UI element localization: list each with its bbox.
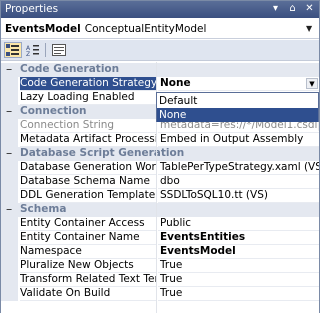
row-ddl-generation-template[interactable]: DDL Generation Template SSDLToSQL10.tt (…: [1, 189, 319, 203]
property-name[interactable]: Transform Related Text Templates: [20, 273, 156, 287]
categorized-icon: [6, 44, 19, 56]
dropdown-option-default[interactable]: Default: [157, 94, 318, 108]
chevron-down-icon[interactable]: ▼: [306, 19, 316, 39]
toolbar-separator: [45, 43, 46, 57]
collapse-icon[interactable]: −: [5, 150, 13, 158]
category-schema[interactable]: − Schema: [1, 203, 319, 217]
property-value[interactable]: None: [158, 77, 319, 91]
svg-text:Z: Z: [26, 51, 30, 56]
property-name[interactable]: Metadata Artifact Processing: [20, 133, 156, 147]
property-value[interactable]: True: [158, 259, 319, 273]
alphabetical-button[interactable]: A Z: [24, 42, 42, 58]
collapse-icon[interactable]: −: [5, 66, 13, 74]
object-name: EventsModel: [5, 23, 81, 35]
category-code-generation[interactable]: − Code Generation: [1, 63, 319, 77]
object-selector[interactable]: EventsModel ConceptualEntityModel ▼: [1, 19, 319, 39]
property-value[interactable]: EventsModel: [158, 245, 319, 259]
property-value[interactable]: True: [158, 287, 319, 301]
properties-window: Properties ▾ ⌂ ✕ EventsModel ConceptualEn…: [0, 0, 320, 313]
property-pages-icon: [52, 44, 66, 56]
property-name[interactable]: Entity Container Name: [20, 231, 156, 245]
property-value[interactable]: True: [158, 273, 319, 287]
property-value[interactable]: EventsEntities: [158, 231, 319, 245]
row-code-generation-strategy[interactable]: Code Generation Strategy None ▼: [1, 77, 319, 91]
category-label: Code Generation: [20, 63, 120, 75]
row-metadata-artifact-processing[interactable]: Metadata Artifact Processing Embed in Ou…: [1, 133, 319, 147]
category-label: Database Script Generation: [20, 147, 185, 159]
property-name[interactable]: Entity Container Access: [20, 217, 156, 231]
title-bar: Properties ▾ ⌂ ✕: [1, 1, 319, 18]
category-database-script-generation[interactable]: − Database Script Generation: [1, 147, 319, 161]
dropdown-list: Default None: [156, 92, 319, 122]
row-database-generation-workflow[interactable]: Database Generation Workflow TablePerTyp…: [1, 161, 319, 175]
window-menu-icon[interactable]: ▾: [269, 3, 282, 15]
window-title: Properties: [5, 3, 59, 15]
row-transform-related-text-templates[interactable]: Transform Related Text Templates True: [1, 273, 319, 287]
row-namespace[interactable]: Namespace EventsModel: [1, 245, 319, 259]
property-value[interactable]: TablePerTypeStrategy.xaml (VS): [158, 161, 319, 175]
property-name[interactable]: Namespace: [20, 245, 156, 259]
collapse-icon[interactable]: −: [5, 206, 13, 214]
alphabetical-icon: A Z: [26, 45, 39, 56]
categorized-button[interactable]: [4, 42, 22, 58]
object-type: ConceptualEntityModel: [84, 23, 207, 35]
dropdown-arrow-icon[interactable]: ▼: [306, 78, 318, 89]
property-name[interactable]: Database Generation Workflow: [20, 161, 156, 175]
property-value[interactable]: dbo: [158, 175, 319, 189]
property-name[interactable]: Validate On Build: [20, 287, 156, 301]
property-value[interactable]: Public: [158, 217, 319, 231]
property-name[interactable]: Connection String: [20, 119, 156, 133]
property-name[interactable]: Database Schema Name: [20, 175, 156, 189]
row-database-schema-name[interactable]: Database Schema Name dbo: [1, 175, 319, 189]
property-value[interactable]: SSDLToSQL10.tt (VS): [158, 189, 319, 203]
dropdown-option-none[interactable]: None: [157, 108, 318, 122]
collapse-icon[interactable]: −: [5, 108, 13, 116]
category-label: Connection: [20, 105, 87, 117]
pin-icon[interactable]: ⌂: [286, 3, 299, 15]
property-name[interactable]: Code Generation Strategy: [20, 77, 156, 91]
close-icon[interactable]: ✕: [303, 3, 316, 15]
title-controls: ▾ ⌂ ✕: [269, 3, 316, 15]
category-label: Schema: [20, 203, 67, 215]
property-name[interactable]: Lazy Loading Enabled: [20, 91, 156, 105]
row-entity-container-access[interactable]: Entity Container Access Public: [1, 217, 319, 231]
row-entity-container-name[interactable]: Entity Container Name EventsEntities: [1, 231, 319, 245]
toolbar: A Z: [1, 40, 319, 61]
row-pluralize-new-objects[interactable]: Pluralize New Objects True: [1, 259, 319, 273]
property-pages-button[interactable]: [50, 42, 68, 58]
row-validate-on-build[interactable]: Validate On Build True: [1, 287, 319, 301]
property-name[interactable]: Pluralize New Objects: [20, 259, 156, 273]
property-value[interactable]: Embed in Output Assembly: [158, 133, 319, 147]
property-name[interactable]: DDL Generation Template: [20, 189, 156, 203]
